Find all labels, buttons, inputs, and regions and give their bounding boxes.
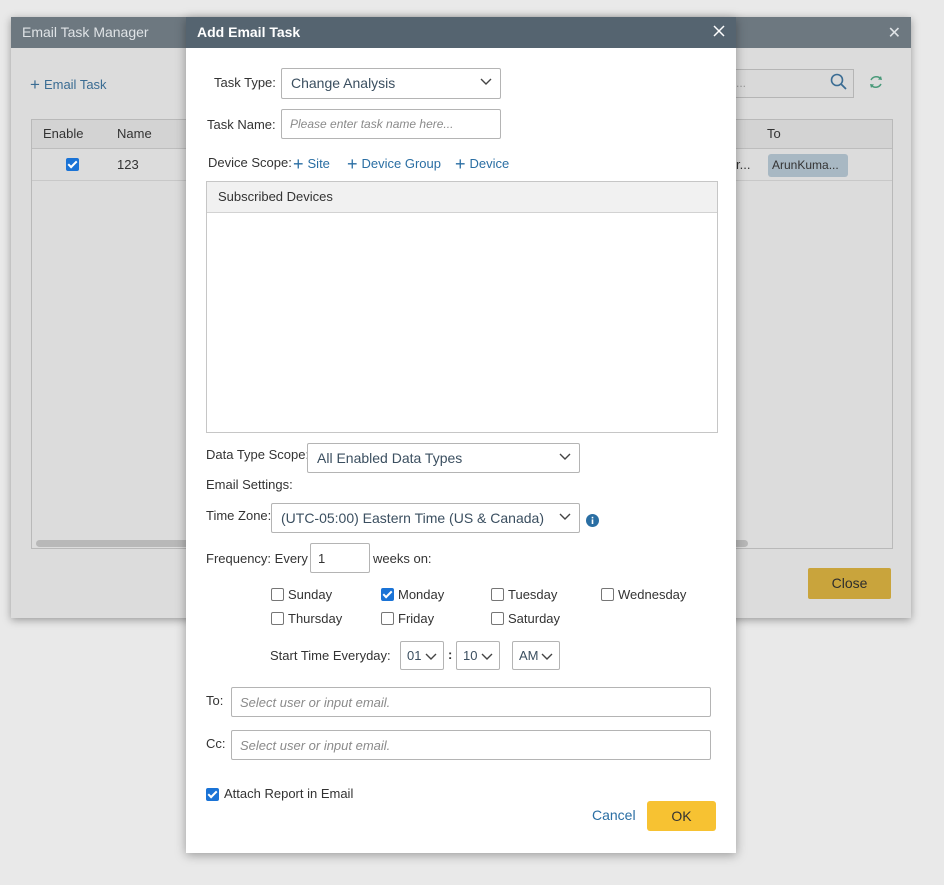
search-placeholder: ... bbox=[736, 76, 747, 90]
enable-checkbox[interactable] bbox=[66, 158, 79, 171]
add-device-link[interactable]: + Device bbox=[455, 154, 509, 175]
saturday-label: Saturday bbox=[508, 611, 561, 626]
time-separator: : bbox=[448, 647, 453, 662]
row-name: 123 bbox=[117, 157, 139, 172]
thursday-label: Thursday bbox=[288, 611, 343, 626]
subscribed-devices-title: Subscribed Devices bbox=[218, 189, 333, 204]
data-type-scope-label: Data Type Scope: bbox=[206, 447, 310, 462]
task-name-label: Task Name: bbox=[207, 117, 276, 132]
chevron-down-icon bbox=[541, 653, 553, 660]
task-name-input[interactable] bbox=[281, 109, 501, 139]
start-minute-select[interactable]: 10 bbox=[456, 641, 500, 670]
search-input[interactable]: ... bbox=[731, 69, 854, 98]
frequency-weeks-input[interactable] bbox=[310, 543, 370, 573]
data-type-scope-select[interactable]: All Enabled Data Types bbox=[307, 443, 580, 473]
chevron-down-icon bbox=[480, 78, 492, 85]
to-label: To: bbox=[206, 693, 224, 708]
plus-icon: + bbox=[347, 154, 358, 174]
add-email-task-label: Email Task bbox=[43, 77, 107, 92]
plus-icon: + bbox=[30, 75, 40, 94]
friday-label: Friday bbox=[398, 611, 435, 626]
task-type-select[interactable]: Change Analysis bbox=[281, 68, 501, 99]
add-email-task-button[interactable]: + Email Task bbox=[30, 75, 107, 95]
start-ampm-select[interactable]: AM bbox=[512, 641, 560, 670]
attach-report-label: Attach Report in Email bbox=[224, 786, 354, 801]
column-to: To bbox=[767, 126, 781, 141]
cancel-button[interactable]: Cancel bbox=[592, 807, 636, 823]
ok-button[interactable]: OK bbox=[647, 801, 716, 831]
start-ampm-value: AM bbox=[519, 648, 539, 663]
add-email-task-dialog: Add Email Task Task Type: Change Analysi… bbox=[186, 17, 736, 853]
attach-report-checkbox[interactable] bbox=[206, 788, 219, 801]
cc-email-input[interactable] bbox=[231, 730, 711, 760]
start-hour-value: 01 bbox=[407, 648, 422, 663]
add-device-group-label: Device Group bbox=[361, 156, 441, 171]
sunday-label: Sunday bbox=[288, 587, 333, 602]
to-email-input[interactable] bbox=[231, 687, 711, 717]
email-task-manager-title: Email Task Manager bbox=[22, 24, 149, 40]
monday-label: Monday bbox=[398, 587, 445, 602]
start-minute-value: 10 bbox=[463, 648, 478, 663]
sunday-checkbox[interactable] bbox=[271, 588, 284, 601]
friday-checkbox[interactable] bbox=[381, 612, 394, 625]
chevron-down-icon bbox=[559, 513, 571, 520]
saturday-checkbox[interactable] bbox=[491, 612, 504, 625]
tuesday-checkbox[interactable] bbox=[491, 588, 504, 601]
frequency-suffix: weeks on: bbox=[373, 551, 432, 566]
task-type-value: Change Analysis bbox=[291, 75, 396, 91]
dialog-title: Add Email Task bbox=[197, 24, 301, 40]
info-icon[interactable] bbox=[586, 514, 599, 527]
email-settings-label: Email Settings: bbox=[206, 477, 293, 492]
data-type-scope-value: All Enabled Data Types bbox=[317, 450, 463, 466]
time-zone-value: (UTC-05:00) Eastern Time (US & Canada) bbox=[281, 510, 544, 526]
frequency-label: Frequency: Every bbox=[206, 551, 308, 566]
chevron-down-icon bbox=[481, 653, 493, 660]
dialog-titlebar: Add Email Task bbox=[186, 17, 736, 48]
time-zone-select[interactable]: (UTC-05:00) Eastern Time (US & Canada) bbox=[271, 503, 580, 533]
time-zone-label: Time Zone: bbox=[206, 508, 272, 523]
close-icon[interactable]: ✕ bbox=[888, 23, 901, 43]
refresh-icon[interactable] bbox=[868, 74, 884, 90]
thursday-checkbox[interactable] bbox=[271, 612, 284, 625]
chevron-down-icon bbox=[425, 653, 437, 660]
monday-checkbox[interactable] bbox=[381, 588, 394, 601]
add-device-label: Device bbox=[469, 156, 510, 171]
add-site-label: Site bbox=[307, 156, 330, 171]
close-button[interactable]: Close bbox=[808, 568, 891, 599]
wednesday-label: Wednesday bbox=[618, 587, 687, 602]
start-time-label: Start Time Everyday: bbox=[270, 648, 391, 663]
tuesday-label: Tuesday bbox=[508, 587, 558, 602]
subscribed-devices-panel: Subscribed Devices bbox=[206, 181, 718, 433]
wednesday-checkbox[interactable] bbox=[601, 588, 614, 601]
start-hour-select[interactable]: 01 bbox=[400, 641, 444, 670]
to-recipient-chip: ArunKuma... bbox=[768, 154, 848, 177]
add-device-group-link[interactable]: + Device Group bbox=[347, 154, 441, 175]
chevron-down-icon bbox=[559, 453, 571, 460]
column-name: Name bbox=[117, 126, 152, 141]
device-scope-label: Device Scope: bbox=[208, 155, 292, 170]
add-site-link[interactable]: + Site bbox=[293, 154, 330, 175]
search-icon[interactable] bbox=[830, 73, 848, 91]
subscribed-devices-header: Subscribed Devices bbox=[207, 182, 717, 213]
plus-icon: + bbox=[293, 154, 304, 174]
column-enable: Enable bbox=[43, 126, 84, 141]
row-partial-cell: r... bbox=[736, 157, 751, 172]
task-type-label: Task Type: bbox=[214, 75, 276, 90]
close-icon[interactable] bbox=[711, 23, 727, 39]
cc-label: Cc: bbox=[206, 736, 226, 751]
plus-icon: + bbox=[455, 154, 466, 174]
